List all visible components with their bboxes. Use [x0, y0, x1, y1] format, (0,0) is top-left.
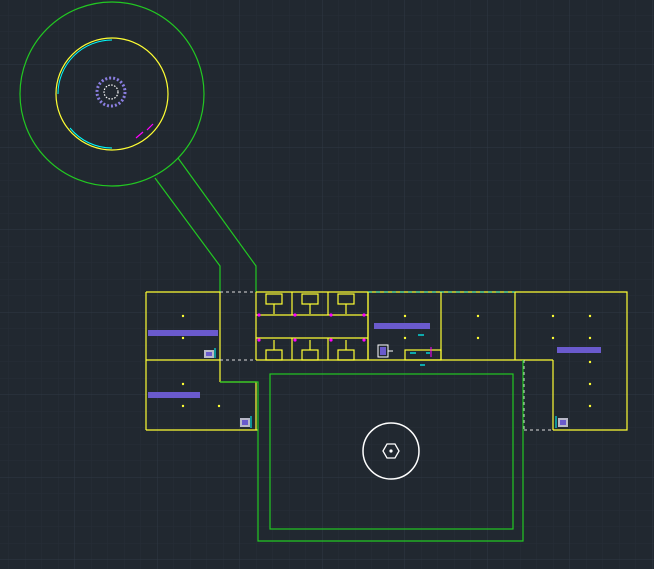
grid-background: [0, 0, 654, 569]
hatch-bar-4[interactable]: [557, 347, 601, 353]
cad-drawing[interactable]: [0, 0, 654, 569]
hatch-bar-1[interactable]: [148, 330, 218, 336]
hatch-bar-3[interactable]: [374, 323, 430, 329]
cad-model-viewport[interactable]: [0, 0, 654, 569]
hatch-bar-2[interactable]: [148, 392, 200, 398]
